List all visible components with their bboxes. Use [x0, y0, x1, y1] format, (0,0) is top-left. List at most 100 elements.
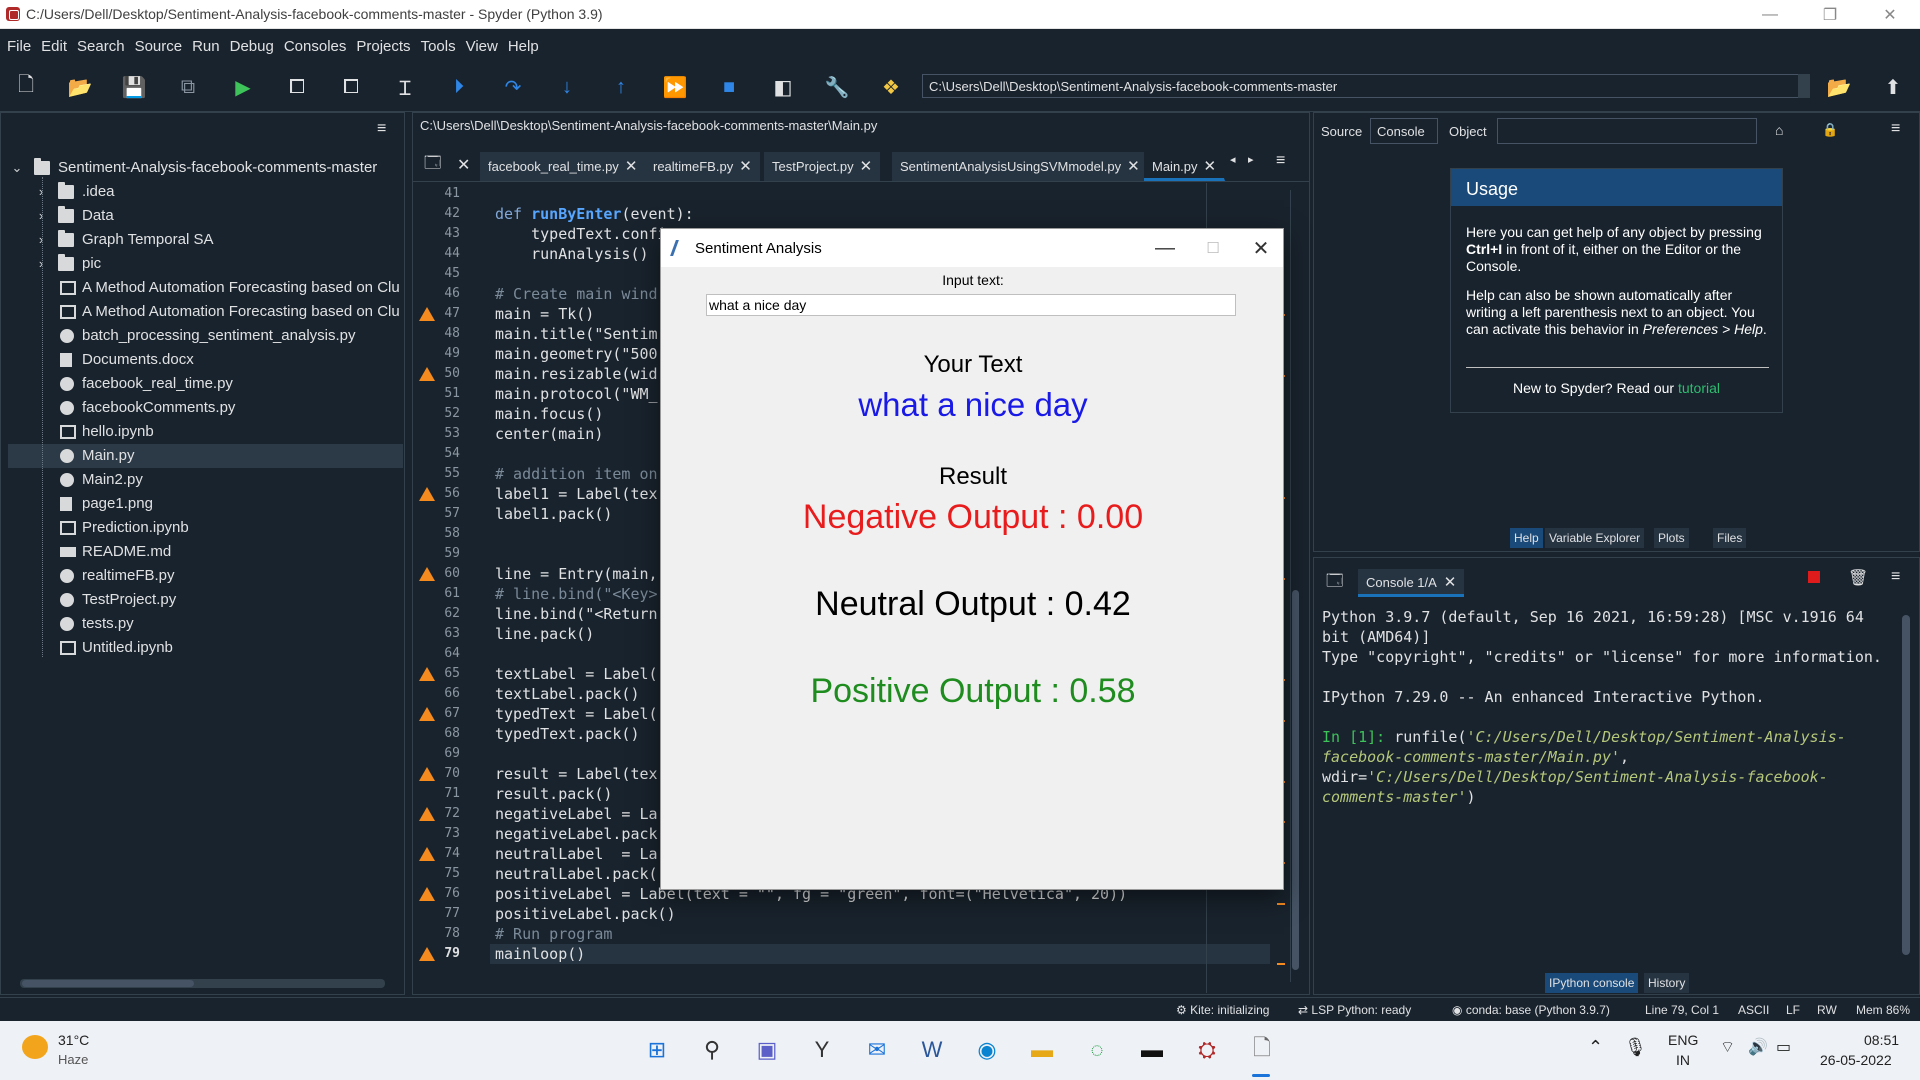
close-icon[interactable]: ✕ [1204, 158, 1217, 175]
edge-icon[interactable]: ◉ [968, 1031, 1006, 1069]
code-line[interactable]: typedText = Label( [495, 704, 658, 724]
warning-icon[interactable] [419, 367, 435, 381]
tree-file[interactable]: Prediction.ipynb [8, 516, 403, 540]
tree-folder[interactable]: › pic [8, 252, 403, 276]
input-text-entry[interactable]: what a nice day [706, 294, 1236, 316]
save-icon[interactable]: 💾 [121, 74, 147, 100]
tree-file[interactable]: README.md [8, 540, 403, 564]
preferences-icon[interactable]: 🔧 [824, 74, 850, 100]
chat-icon[interactable]: ▣ [748, 1031, 786, 1069]
code-line[interactable]: main.title("Sentim [495, 324, 658, 344]
code-line[interactable]: # line.bind("<Key> [495, 584, 658, 604]
menu-source[interactable]: Source [131, 38, 187, 55]
anaconda-icon[interactable]: ◌ [1078, 1031, 1116, 1069]
console-pane-tab[interactable]: IPython console [1545, 973, 1639, 993]
clear-console-icon[interactable]: 🗑 [1848, 568, 1868, 588]
code-line[interactable]: # addition item on [495, 464, 658, 484]
close-tab-icon[interactable]: ✕ [457, 155, 470, 175]
tree-root[interactable]: ⌄ Sentiment-Analysis-facebook-comments-m… [8, 156, 403, 180]
code-line[interactable]: neutralLabel.pack( [495, 864, 658, 884]
run-cell-icon[interactable]: ⧠ [284, 74, 310, 100]
code-line[interactable]: def runByEnter(event): [495, 204, 694, 224]
close-console-icon[interactable]: ✕ [1444, 574, 1457, 591]
tree-file[interactable]: facebookComments.py [8, 396, 403, 420]
working-directory-dropdown[interactable] [1798, 74, 1810, 98]
working-directory-input[interactable]: C:\Users\Dell\Desktop\Sentiment-Analysis… [922, 74, 1810, 98]
terminal-icon[interactable]: ▬ [1133, 1031, 1171, 1069]
chevron-down-icon[interactable]: ⌄ [8, 156, 26, 180]
close-icon[interactable]: ✕ [1860, 0, 1920, 29]
editor-scroll-thumb[interactable] [1292, 590, 1299, 970]
files-scroll-thumb[interactable] [22, 980, 194, 987]
battery-icon[interactable]: ▭ [1776, 1037, 1791, 1057]
open-file-icon[interactable]: 📂 [67, 74, 93, 100]
code-line[interactable]: negativeLabel = La [495, 804, 658, 824]
warning-icon[interactable] [419, 707, 435, 721]
menu-projects[interactable]: Projects [352, 38, 414, 55]
menu-debug[interactable]: Debug [226, 38, 278, 55]
stop-kernel-icon[interactable] [1808, 571, 1820, 583]
close-icon[interactable]: ✕ [625, 158, 638, 175]
console-scroll-thumb[interactable] [1902, 615, 1910, 955]
code-line[interactable]: # Create main wind [495, 284, 658, 304]
tree-file[interactable]: A Method Automation Forecasting based on… [8, 300, 403, 324]
chevron-right-icon[interactable]: › [32, 228, 50, 252]
chevron-right-icon[interactable]: › [32, 252, 50, 276]
warning-icon[interactable] [419, 567, 435, 581]
step-into-icon[interactable]: ↓ [554, 74, 580, 100]
editor-options-icon[interactable]: ≡ [1276, 152, 1285, 170]
lock-icon[interactable]: 🔒 [1822, 122, 1838, 138]
tk-minimize-icon[interactable]: — [1141, 229, 1189, 267]
wifi-icon[interactable]: ⌔ [1720, 1037, 1735, 1057]
tree-file[interactable]: realtimeFB.py [8, 564, 403, 588]
close-icon[interactable]: ✕ [1127, 158, 1140, 175]
tree-folder[interactable]: › Graph Temporal SA [8, 228, 403, 252]
code-line[interactable]: label1.pack() [495, 504, 612, 524]
warning-icon[interactable] [419, 307, 435, 321]
object-input[interactable] [1497, 118, 1757, 144]
chevron-up-icon[interactable]: ⌃ [1588, 1037, 1603, 1058]
clock-date[interactable]: 26-05-2022 [1820, 1052, 1892, 1068]
menu-run[interactable]: Run [188, 38, 224, 55]
debug-icon[interactable]: ⏵ [446, 74, 472, 100]
code-line[interactable]: textLabel.pack() [495, 684, 640, 704]
tree-file[interactable]: hello.ipynb [8, 420, 403, 444]
home-icon[interactable]: ⌂ [1775, 122, 1783, 138]
tree-file[interactable]: Documents.docx [8, 348, 403, 372]
tree-file[interactable]: Main2.py [8, 468, 403, 492]
tk-maximize-icon[interactable]: ☐ [1189, 229, 1237, 267]
weather-temp[interactable]: 31°C [58, 1032, 89, 1048]
code-line[interactable]: line = Entry(main, [495, 564, 658, 584]
menu-file[interactable]: File [3, 38, 35, 55]
code-line[interactable]: result.pack() [495, 784, 612, 804]
editor-tab[interactable]: realtimeFB.py ✕ [645, 152, 761, 181]
code-line[interactable]: main.geometry("500 [495, 344, 658, 364]
code-line[interactable]: neutralLabel = La [495, 844, 658, 864]
chevron-right-icon[interactable]: › [32, 180, 50, 204]
code-line[interactable]: typedText.pack() [495, 724, 640, 744]
help-pane-tab[interactable]: Help [1510, 528, 1543, 548]
language-region[interactable]: IN [1676, 1052, 1690, 1068]
tk-close-icon[interactable]: ✕ [1237, 229, 1285, 267]
menu-consoles[interactable]: Consoles [280, 38, 351, 55]
warning-icon[interactable] [419, 487, 435, 501]
search-icon[interactable]: ⚲ [693, 1031, 731, 1069]
code-line[interactable]: runAnalysis() [495, 244, 648, 264]
code-line[interactable]: line.bind("<Return [495, 604, 658, 624]
console-output[interactable]: Python 3.9.7 (default, Sep 16 2021, 16:5… [1322, 607, 1890, 807]
volume-icon[interactable]: 🔊 [1748, 1037, 1768, 1057]
maximize-pane-icon[interactable]: ◧ [770, 74, 796, 100]
tree-file[interactable]: Untitled.ipynb [8, 636, 403, 660]
code-line[interactable]: label1 = Label(tex [495, 484, 658, 504]
tree-file[interactable]: Main.py [8, 444, 403, 468]
restore-icon[interactable]: ❐ [1800, 0, 1860, 29]
tree-folder[interactable]: › .idea [8, 180, 403, 204]
weather-desc[interactable]: Haze [58, 1052, 88, 1067]
tree-file[interactable]: TestProject.py [8, 588, 403, 612]
code-line[interactable]: center(main) [495, 424, 603, 444]
code-line[interactable]: line.pack() [495, 624, 594, 644]
warning-marker[interactable] [1277, 963, 1285, 966]
parent-directory-icon[interactable]: ⬆ [1880, 74, 1906, 100]
menu-view[interactable]: View [462, 38, 502, 55]
menu-tools[interactable]: Tools [417, 38, 460, 55]
